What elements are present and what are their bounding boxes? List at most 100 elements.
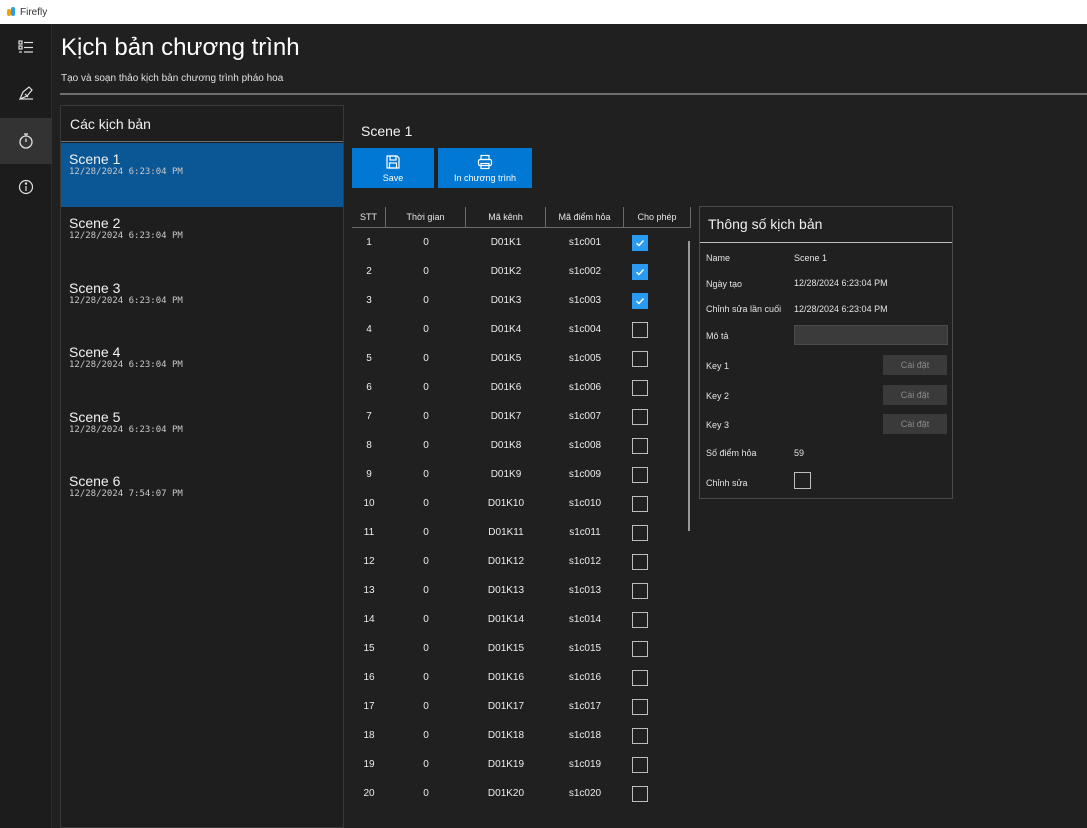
table-row[interactable]: 14 0 D01K14 s1c014	[352, 605, 691, 634]
table-row[interactable]: 3 0 D01K3 s1c003	[352, 286, 691, 315]
enabled-checkbox[interactable]	[632, 321, 648, 338]
enabled-checkbox[interactable]	[632, 350, 648, 367]
edit-checkbox[interactable]	[794, 472, 811, 489]
cell-point: s1c013	[568, 585, 602, 596]
cell-stt: 20	[363, 788, 375, 799]
cell-channel: D01K20	[487, 788, 525, 799]
enabled-checkbox[interactable]	[632, 582, 648, 599]
table-row[interactable]: 6 0 D01K6 s1c006	[352, 373, 691, 402]
scene-item[interactable]: Scene 4 12/28/2024 6:23:04 PM	[61, 336, 343, 401]
table-row[interactable]: 1 0 D01K1 s1c001	[352, 228, 691, 257]
enabled-checkbox[interactable]	[632, 669, 648, 686]
table-row[interactable]: 5 0 D01K5 s1c005	[352, 344, 691, 373]
enabled-checkbox[interactable]	[632, 785, 648, 802]
enabled-checkbox[interactable]	[632, 466, 648, 483]
table-row[interactable]: 7 0 D01K7 s1c007	[352, 402, 691, 431]
table-row[interactable]: 13 0 D01K13 s1c013	[352, 576, 691, 605]
enabled-checkbox[interactable]	[632, 727, 648, 744]
key2-setup-button[interactable]: Cài đặt	[883, 385, 947, 405]
scene-item[interactable]: Scene 5 12/28/2024 6:23:04 PM	[61, 401, 343, 466]
cell-stt: 16	[363, 672, 375, 683]
enabled-checkbox[interactable]	[632, 524, 648, 541]
table-row[interactable]: 2 0 D01K2 s1c002	[352, 257, 691, 286]
cell-point: s1c012	[568, 556, 602, 567]
column-header-enabled[interactable]: Cho phép	[624, 207, 691, 227]
cell-enabled	[624, 228, 656, 257]
print-program-button-label: In chương trình	[454, 172, 516, 183]
print-program-button[interactable]: In chương trình	[438, 148, 532, 188]
cell-time: 0	[423, 266, 429, 277]
cell-time: 0	[423, 643, 429, 654]
list-icon	[18, 40, 33, 53]
enabled-checkbox[interactable]	[632, 437, 648, 454]
table-row[interactable]: 20 0 D01K20 s1c020	[352, 779, 691, 808]
cell-enabled	[624, 518, 656, 547]
key3-setup-button[interactable]: Cài đặt	[883, 414, 947, 434]
scene-item[interactable]: Scene 3 12/28/2024 6:23:04 PM	[61, 272, 343, 337]
cell-stt: 1	[366, 237, 372, 248]
scene-name: Scene 6	[69, 473, 121, 489]
cell-channel: D01K18	[487, 730, 525, 741]
column-header-stt[interactable]: STT	[352, 207, 386, 227]
enabled-checkbox[interactable]	[632, 698, 648, 715]
cell-time: 0	[423, 295, 429, 306]
cell-stt: 9	[366, 469, 372, 480]
enabled-checkbox[interactable]	[632, 640, 648, 657]
scene-date: 12/28/2024 6:23:04 PM	[69, 231, 183, 241]
created-value: 12/28/2024 6:23:04 PM	[794, 278, 888, 288]
cell-stt: 19	[363, 759, 375, 770]
cell-time: 0	[423, 701, 429, 712]
table-row[interactable]: 12 0 D01K12 s1c012	[352, 547, 691, 576]
grid-scrollbar[interactable]	[688, 241, 690, 531]
checkmark-icon	[636, 239, 645, 246]
cell-point: s1c015	[568, 643, 602, 654]
enabled-checkbox[interactable]	[632, 611, 648, 628]
cell-time: 0	[423, 353, 429, 364]
cell-enabled	[624, 634, 656, 663]
table-row[interactable]: 11 0 D01K11 s1c011	[352, 518, 691, 547]
table-row[interactable]: 15 0 D01K15 s1c015	[352, 634, 691, 663]
table-row[interactable]: 19 0 D01K19 s1c019	[352, 750, 691, 779]
column-header-point[interactable]: Mã điểm hỏa	[546, 207, 624, 227]
enabled-checkbox[interactable]	[632, 292, 648, 309]
modified-label: Chỉnh sửa lần cuối	[706, 304, 782, 314]
table-row[interactable]: 16 0 D01K16 s1c016	[352, 663, 691, 692]
table-row[interactable]: 4 0 D01K4 s1c004	[352, 315, 691, 344]
cell-time: 0	[423, 759, 429, 770]
cell-point: s1c019	[568, 759, 602, 770]
table-row[interactable]: 18 0 D01K18 s1c018	[352, 721, 691, 750]
nav-timer-button[interactable]	[0, 118, 52, 164]
table-row[interactable]: 10 0 D01K10 s1c010	[352, 489, 691, 518]
enabled-checkbox[interactable]	[632, 553, 648, 570]
cell-point: s1c006	[568, 382, 602, 393]
cell-point: s1c014	[568, 614, 602, 625]
nav-info-button[interactable]	[0, 164, 52, 210]
cell-channel: D01K5	[490, 353, 522, 364]
edit-script-icon	[18, 86, 33, 101]
enabled-checkbox[interactable]	[632, 379, 648, 396]
enabled-checkbox[interactable]	[632, 495, 648, 512]
cell-channel: D01K10	[487, 498, 525, 509]
nav-script-edit-button[interactable]	[0, 70, 52, 116]
enabled-checkbox[interactable]	[632, 756, 648, 773]
cell-time: 0	[423, 527, 429, 538]
cell-time: 0	[423, 324, 429, 335]
table-row[interactable]: 17 0 D01K17 s1c017	[352, 692, 691, 721]
cell-point: s1c011	[569, 527, 601, 538]
enabled-checkbox[interactable]	[632, 408, 648, 425]
cell-enabled	[624, 779, 656, 808]
scene-item[interactable]: Scene 2 12/28/2024 6:23:04 PM	[61, 207, 343, 272]
scene-item[interactable]: Scene 6 12/28/2024 7:54:07 PM	[61, 465, 343, 530]
table-row[interactable]: 9 0 D01K9 s1c009	[352, 460, 691, 489]
nav-list-button[interactable]	[0, 24, 52, 70]
column-header-channel[interactable]: Mã kênh	[466, 207, 546, 227]
column-header-time[interactable]: Thời gian	[386, 207, 466, 227]
cell-point: s1c001	[568, 237, 602, 248]
scene-item[interactable]: Scene 1 12/28/2024 6:23:04 PM	[61, 143, 343, 207]
enabled-checkbox[interactable]	[632, 263, 648, 280]
save-button[interactable]: Save	[352, 148, 434, 188]
table-row[interactable]: 8 0 D01K8 s1c008	[352, 431, 691, 460]
key1-setup-button[interactable]: Cài đặt	[883, 355, 947, 375]
description-input[interactable]	[794, 325, 948, 345]
enabled-checkbox[interactable]	[632, 234, 648, 251]
